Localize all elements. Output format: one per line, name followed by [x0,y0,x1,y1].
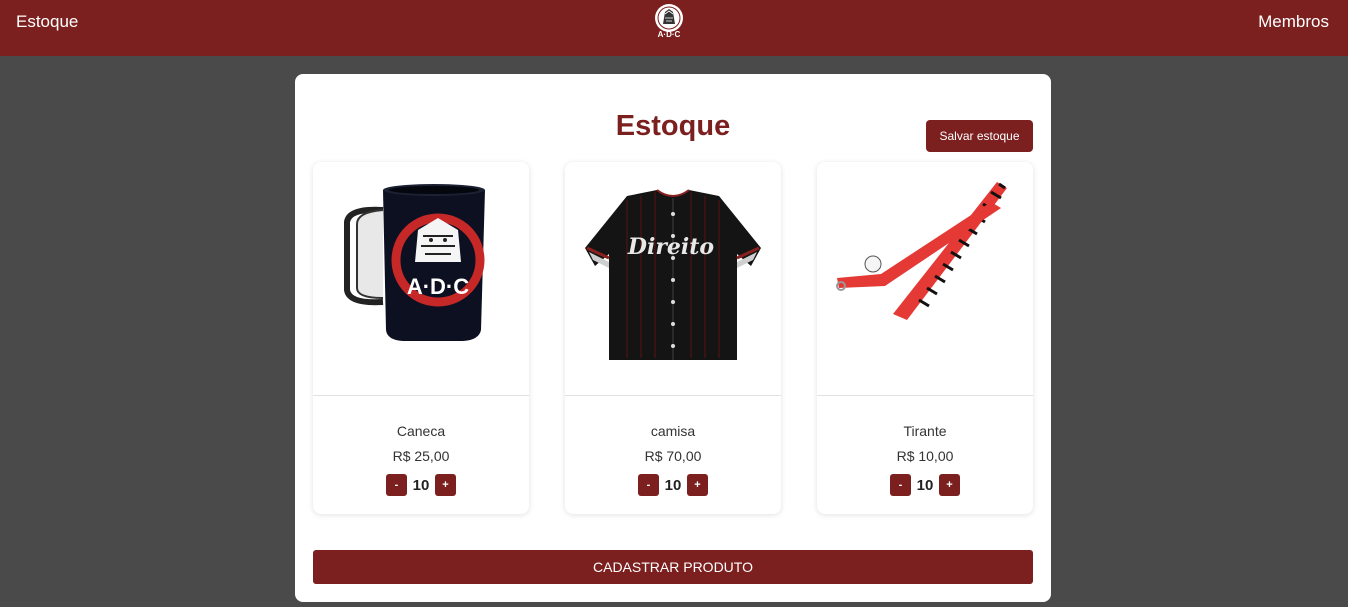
product-price: R$ 10,00 [896,448,954,464]
adc-logo[interactable]: A·D·C [650,2,688,40]
quantity-stepper: - 10 + [817,474,1033,496]
product-card-camisa: Direito camisa R$ 70,00 - 10 + [565,162,781,514]
product-image-camisa: Direito [565,162,781,396]
increase-button[interactable]: + [435,474,456,496]
product-name: Tirante [903,423,947,439]
increase-button[interactable]: + [939,474,960,496]
product-image-caneca: A·D·C [313,162,529,396]
svg-text:Direito: Direito [627,234,714,260]
nav-membros-link[interactable]: Membros [1258,12,1329,32]
decrease-button[interactable]: - [638,474,659,496]
quantity-value: 10 [664,476,682,494]
increase-button[interactable]: + [687,474,708,496]
product-card-tirante: IN DÚB Tirante R$ 10,00 - 10 + [817,162,1033,514]
nav-estoque-link[interactable]: Estoque [16,12,78,32]
decrease-button[interactable]: - [386,474,407,496]
quantity-stepper: - 10 + [313,474,529,496]
decrease-button[interactable]: - [890,474,911,496]
svg-text:A·D·C: A·D·C [407,274,469,299]
save-stock-button[interactable]: Salvar estoque [926,120,1033,152]
product-image-tirante: IN DÚB [817,162,1033,396]
stock-panel: Estoque Salvar estoque A·D·C Caneca R$ 2… [295,74,1051,602]
product-name: Caneca [396,423,446,439]
product-card-caneca: A·D·C Caneca R$ 25,00 - 10 + [313,162,529,514]
top-navbar: Estoque A·D·C Membros [0,0,1348,56]
svg-text:A·D·C: A·D·C [658,30,681,39]
product-price: R$ 25,00 [392,448,450,464]
quantity-stepper: - 10 + [565,474,781,496]
product-price: R$ 70,00 [644,448,702,464]
quantity-value: 10 [412,476,430,494]
register-product-button[interactable]: CADASTRAR PRODUTO [313,550,1033,584]
product-name: camisa [650,423,696,439]
quantity-value: 10 [916,476,934,494]
